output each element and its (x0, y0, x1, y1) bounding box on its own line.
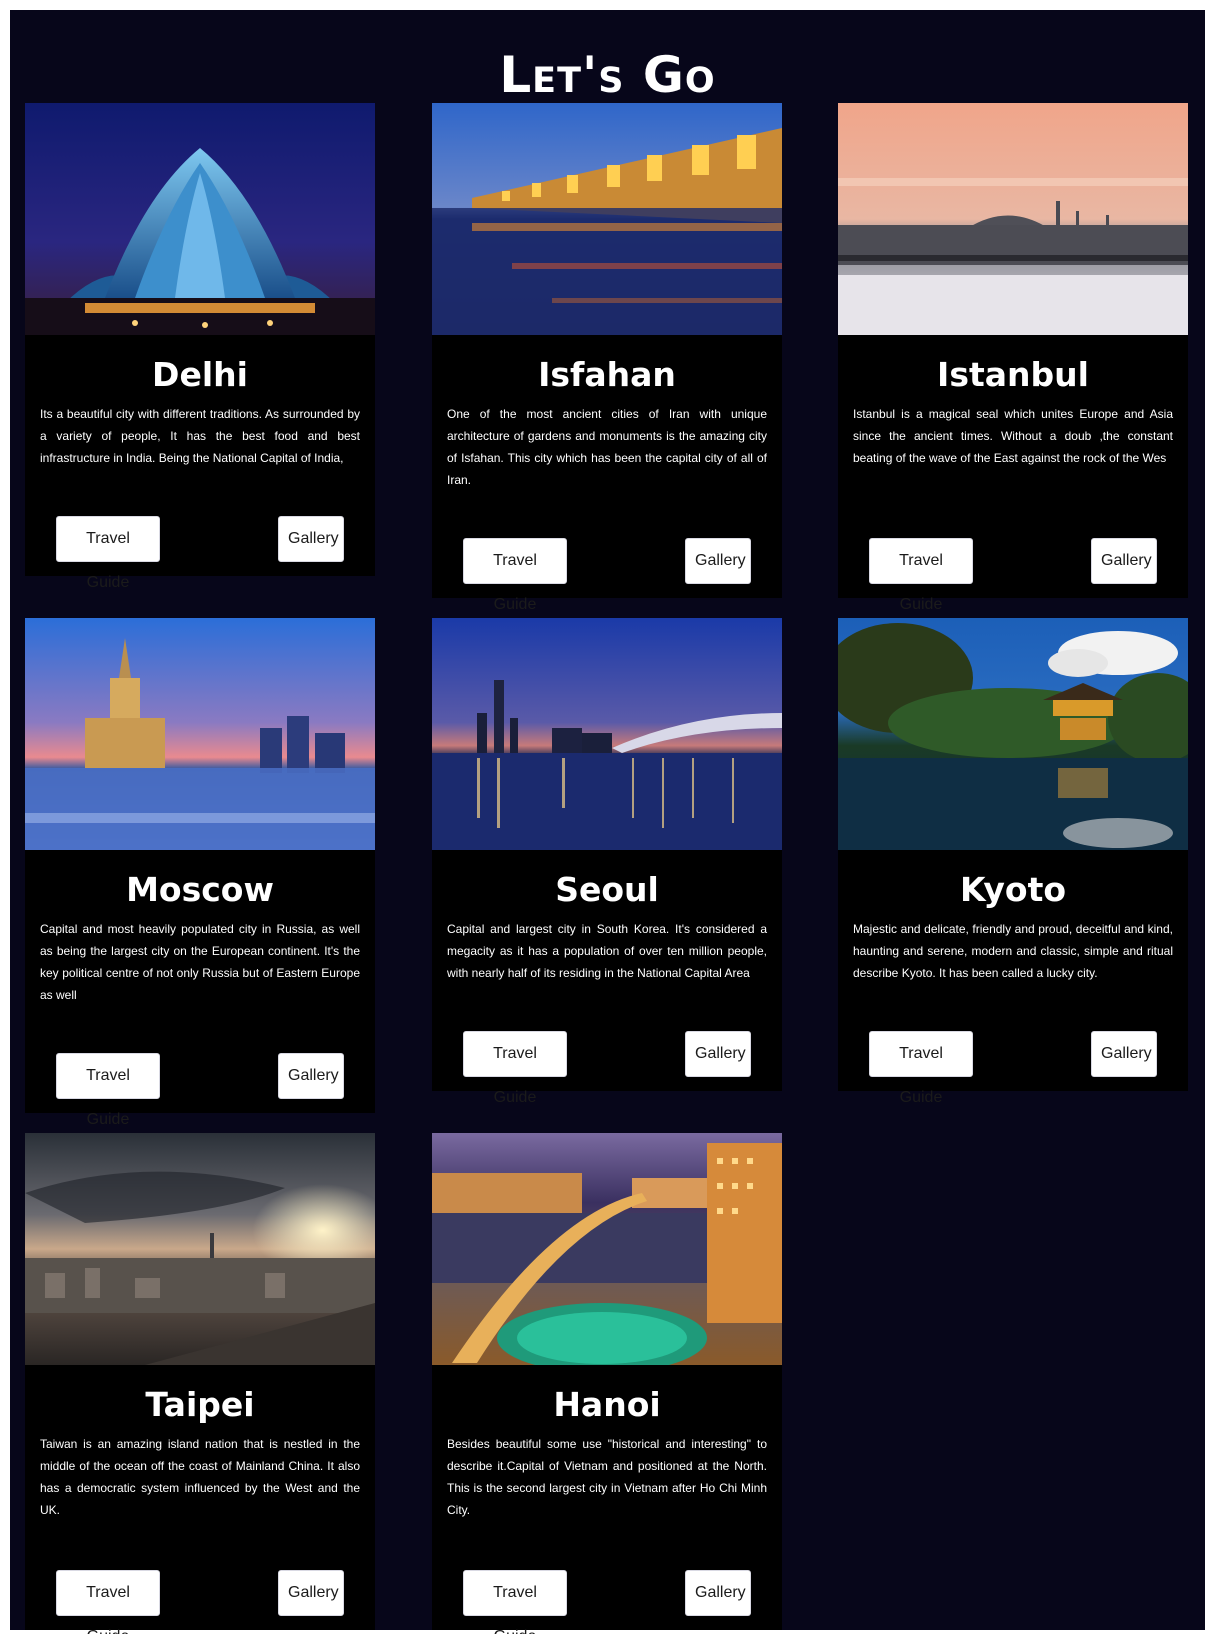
travel-guide-button[interactable]: Travel Guide (869, 1031, 973, 1106)
city-description: Taiwan is an amazing island nation that … (40, 1437, 360, 1517)
travel-guide-button[interactable]: Travel Guide (56, 1570, 160, 1634)
gallery-button[interactable]: Gallery (1091, 538, 1157, 584)
travel-guide-button[interactable]: Travel Guide (56, 516, 160, 591)
city-image-kyoto[interactable] (838, 618, 1188, 850)
city-card-taipei: Taipei Taiwan is an amazing island natio… (25, 1133, 375, 1634)
city-image-moscow[interactable] (25, 618, 375, 850)
card-actions: Travel Guide Gallery (432, 1031, 782, 1106)
card-actions: Travel Guide Gallery (838, 538, 1188, 613)
sunset-city-photo (25, 1133, 375, 1365)
city-card-delhi: Delhi Its a beautiful city with differen… (25, 103, 375, 591)
lakeside-resort-photo (432, 1133, 782, 1365)
gallery-button[interactable]: Gallery (685, 1031, 751, 1077)
city-description: One of the most ancient cities of Iran w… (447, 407, 767, 487)
city-image-taipei[interactable] (25, 1133, 375, 1365)
golden-pavilion-photo (838, 618, 1188, 850)
city-title: Taipei (145, 1385, 255, 1424)
city-description: Besides beautiful some use "historical a… (447, 1437, 767, 1517)
city-image-hanoi[interactable] (432, 1133, 782, 1365)
city-card-seoul: Seoul Capital and largest city in South … (432, 618, 782, 1106)
gallery-button[interactable]: Gallery (278, 1570, 344, 1616)
tower-photo (25, 618, 375, 850)
travel-guide-button[interactable]: Travel Guide (56, 1053, 160, 1128)
city-card-isfahan: Isfahan One of the most ancient cities o… (432, 103, 782, 613)
card-actions: Travel Guide Gallery (25, 516, 375, 591)
city-title: Moscow (126, 870, 274, 909)
city-description: Capital and largest city in South Korea.… (447, 922, 767, 980)
city-title: Isfahan (538, 355, 676, 394)
city-image-istanbul[interactable] (838, 103, 1188, 335)
lotus-temple-photo (25, 103, 375, 335)
card-actions: Travel Guide Gallery (838, 1031, 1188, 1106)
city-description: Its a beautiful city with different trad… (40, 407, 360, 465)
travel-guide-button[interactable]: Travel Guide (463, 538, 567, 613)
city-title: Kyoto (959, 870, 1067, 909)
bridge-photo (432, 103, 782, 335)
city-title: Istanbul (937, 355, 1089, 394)
city-card-kyoto: Kyoto Majestic and delicate, friendly an… (838, 618, 1188, 1106)
city-description: Majestic and delicate, friendly and prou… (853, 922, 1173, 980)
city-description: Capital and most heavily populated city … (40, 922, 360, 1002)
travel-guide-button[interactable]: Travel Guide (463, 1570, 567, 1634)
card-actions: Travel Guide Gallery (25, 1570, 375, 1634)
page-frame: Let's Go Delhi Its a beautiful city with… (10, 10, 1205, 1634)
city-title: Seoul (555, 870, 659, 909)
travel-guide-button[interactable]: Travel Guide (869, 538, 973, 613)
card-actions: Travel Guide Gallery (25, 1053, 375, 1128)
city-image-delhi[interactable] (25, 103, 375, 335)
city-card-istanbul: Istanbul Istanbul is a magical seal whic… (838, 103, 1188, 613)
skyline-photo (838, 103, 1188, 335)
card-actions: Travel Guide Gallery (432, 1570, 782, 1634)
city-image-isfahan[interactable] (432, 103, 782, 335)
gallery-button[interactable]: Gallery (278, 1053, 344, 1099)
city-image-seoul[interactable] (432, 618, 782, 850)
city-title: Hanoi (553, 1385, 661, 1424)
gallery-button[interactable]: Gallery (685, 1570, 751, 1616)
gallery-button[interactable]: Gallery (278, 516, 344, 562)
travel-guide-button[interactable]: Travel Guide (463, 1031, 567, 1106)
gallery-button[interactable]: Gallery (685, 538, 751, 584)
city-description: Istanbul is a magical seal which unites … (853, 407, 1173, 465)
city-card-hanoi: Hanoi Besides beautiful some use "histor… (432, 1133, 782, 1634)
city-title: Delhi (152, 355, 248, 394)
gallery-button[interactable]: Gallery (1091, 1031, 1157, 1077)
page-title: Let's Go (499, 46, 716, 104)
card-actions: Travel Guide Gallery (432, 538, 782, 613)
river-night-photo (432, 618, 782, 850)
city-card-moscow: Moscow Capital and most heavily populate… (25, 618, 375, 1128)
